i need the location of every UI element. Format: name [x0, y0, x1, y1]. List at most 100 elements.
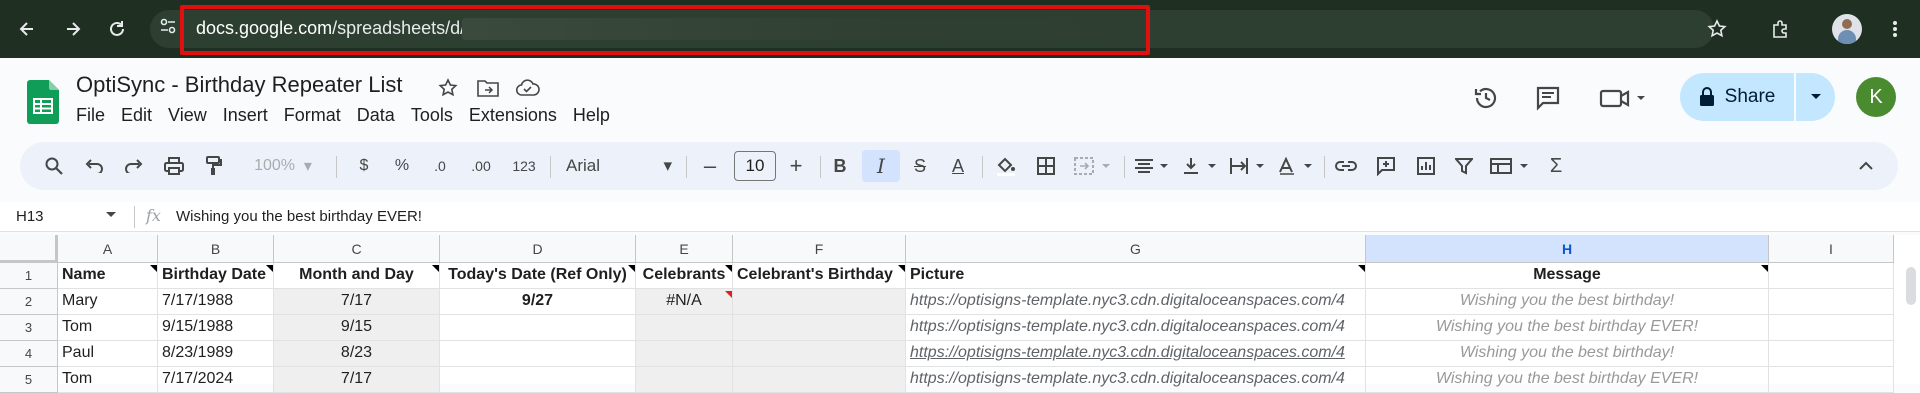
text-color-button[interactable]: A: [942, 150, 974, 182]
cell-a3[interactable]: Tom: [58, 315, 158, 341]
cell-h1[interactable]: Message: [1366, 263, 1769, 289]
cell-f2[interactable]: [733, 289, 906, 315]
note-indicator[interactable]: [628, 265, 635, 272]
comments-icon[interactable]: [1530, 80, 1566, 116]
document-title[interactable]: OptiSync - Birthday Repeater List: [76, 72, 402, 98]
decrease-font-size-button[interactable]: –: [694, 150, 726, 182]
horizontal-align-icon[interactable]: [1130, 150, 1174, 182]
menu-tools[interactable]: Tools: [411, 105, 462, 126]
menu-help[interactable]: Help: [573, 105, 619, 126]
print-icon[interactable]: [158, 150, 190, 182]
zoom-select[interactable]: 100% ▾: [242, 150, 324, 182]
cell-c1[interactable]: Month and Day: [274, 263, 440, 289]
vertical-scrollbar[interactable]: [1906, 267, 1916, 305]
cell-c4[interactable]: 8/23: [274, 341, 440, 367]
cell-c3[interactable]: 9/15: [274, 315, 440, 341]
name-box-dropdown-icon[interactable]: [106, 212, 116, 218]
more-menu-icon[interactable]: [1880, 14, 1910, 44]
cell-a4[interactable]: Paul: [58, 341, 158, 367]
functions-button[interactable]: Σ: [1540, 150, 1572, 182]
cell-i5[interactable]: [1769, 367, 1894, 393]
column-header-h[interactable]: H: [1366, 235, 1769, 263]
star-icon[interactable]: [436, 76, 460, 100]
cell-c5[interactable]: 7/17: [274, 367, 440, 393]
cell-h4[interactable]: Wishing you the best birthday!: [1366, 341, 1769, 367]
text-wrapping-icon[interactable]: [1226, 150, 1270, 182]
back-icon[interactable]: [12, 14, 42, 44]
decrease-decimal-button[interactable]: .0: [424, 150, 456, 182]
name-box[interactable]: H13: [16, 208, 44, 225]
bold-button[interactable]: B: [824, 150, 856, 182]
move-folder-icon[interactable]: [476, 76, 500, 100]
note-indicator[interactable]: [1761, 265, 1768, 272]
share-button[interactable]: Share: [1680, 73, 1794, 121]
cell-g2[interactable]: https://optisigns-template.nyc3.cdn.digi…: [906, 289, 1366, 315]
column-header-f[interactable]: F: [733, 235, 906, 263]
menu-data[interactable]: Data: [357, 105, 404, 126]
percent-format-button[interactable]: %: [388, 150, 416, 182]
cell-b5[interactable]: 7/17/2024: [158, 367, 274, 393]
formula-input[interactable]: Wishing you the best birthday EVER!: [176, 208, 422, 225]
collapse-toolbar-icon[interactable]: [1850, 150, 1882, 182]
cell-d2[interactable]: 9/27: [440, 289, 636, 315]
note-indicator[interactable]: [266, 265, 273, 272]
menu-insert[interactable]: Insert: [223, 105, 277, 126]
cell-f1[interactable]: Celebrant's Birthday: [733, 263, 906, 289]
site-info-icon[interactable]: [160, 18, 176, 34]
cell-h3[interactable]: Wishing you the best birthday EVER!: [1366, 315, 1769, 341]
borders-icon[interactable]: [1030, 150, 1062, 182]
column-header-d[interactable]: D: [440, 235, 636, 263]
cell-i2[interactable]: [1769, 289, 1894, 315]
cell-i4[interactable]: [1769, 341, 1894, 367]
cell-a2[interactable]: Mary: [58, 289, 158, 315]
row-header-5[interactable]: 5: [0, 367, 58, 393]
row-header-2[interactable]: 2: [0, 289, 58, 315]
column-header-e[interactable]: E: [636, 235, 733, 263]
cell-h2[interactable]: Wishing you the best birthday!: [1366, 289, 1769, 315]
search-menus-icon[interactable]: [38, 150, 70, 182]
vertical-align-icon[interactable]: [1178, 150, 1222, 182]
strikethrough-button[interactable]: S: [904, 150, 936, 182]
cell-b4[interactable]: 8/23/1989: [158, 341, 274, 367]
filter-views-icon[interactable]: [1486, 150, 1534, 182]
row-header-4[interactable]: 4: [0, 341, 58, 367]
cell-d1[interactable]: Today's Date (Ref Only): [440, 263, 636, 289]
text-rotation-icon[interactable]: [1274, 150, 1318, 182]
cell-c2[interactable]: 7/17: [274, 289, 440, 315]
row-header-1[interactable]: 1: [0, 263, 58, 289]
cell-a5[interactable]: Tom: [58, 367, 158, 393]
font-size-input[interactable]: 10: [734, 151, 776, 181]
error-indicator[interactable]: [725, 291, 732, 298]
menu-format[interactable]: Format: [284, 105, 350, 126]
cell-e5[interactable]: [636, 367, 733, 393]
select-all-corner[interactable]: [0, 235, 58, 263]
cell-i3[interactable]: [1769, 315, 1894, 341]
column-header-a[interactable]: A: [58, 235, 158, 263]
cell-a1[interactable]: Name: [58, 263, 158, 289]
note-indicator[interactable]: [725, 265, 732, 272]
note-indicator[interactable]: [150, 265, 157, 272]
redo-icon[interactable]: [118, 150, 150, 182]
cell-h5[interactable]: Wishing you the best birthday EVER!: [1366, 367, 1769, 393]
forward-icon[interactable]: [58, 14, 88, 44]
number-format-button[interactable]: 123: [506, 150, 542, 182]
meet-icon[interactable]: [1598, 80, 1648, 116]
cell-d4[interactable]: [440, 341, 636, 367]
share-dropdown-icon[interactable]: [1796, 73, 1835, 121]
profile-avatar[interactable]: [1832, 14, 1862, 44]
cell-g5[interactable]: https://optisigns-template.nyc3.cdn.digi…: [906, 367, 1366, 393]
cell-b3[interactable]: 9/15/1988: [158, 315, 274, 341]
cell-e2[interactable]: #N/A: [636, 289, 733, 315]
cell-f4[interactable]: [733, 341, 906, 367]
cell-g3[interactable]: https://optisigns-template.nyc3.cdn.digi…: [906, 315, 1366, 341]
note-indicator[interactable]: [432, 265, 439, 272]
cell-b2[interactable]: 7/17/1988: [158, 289, 274, 315]
cell-f3[interactable]: [733, 315, 906, 341]
cell-d3[interactable]: [440, 315, 636, 341]
row-header-3[interactable]: 3: [0, 315, 58, 341]
account-avatar[interactable]: K: [1856, 77, 1896, 117]
cell-e1[interactable]: Celebrants: [636, 263, 733, 289]
cell-d5[interactable]: [440, 367, 636, 393]
cell-f5[interactable]: [733, 367, 906, 393]
cell-g1[interactable]: Picture: [906, 263, 1366, 289]
